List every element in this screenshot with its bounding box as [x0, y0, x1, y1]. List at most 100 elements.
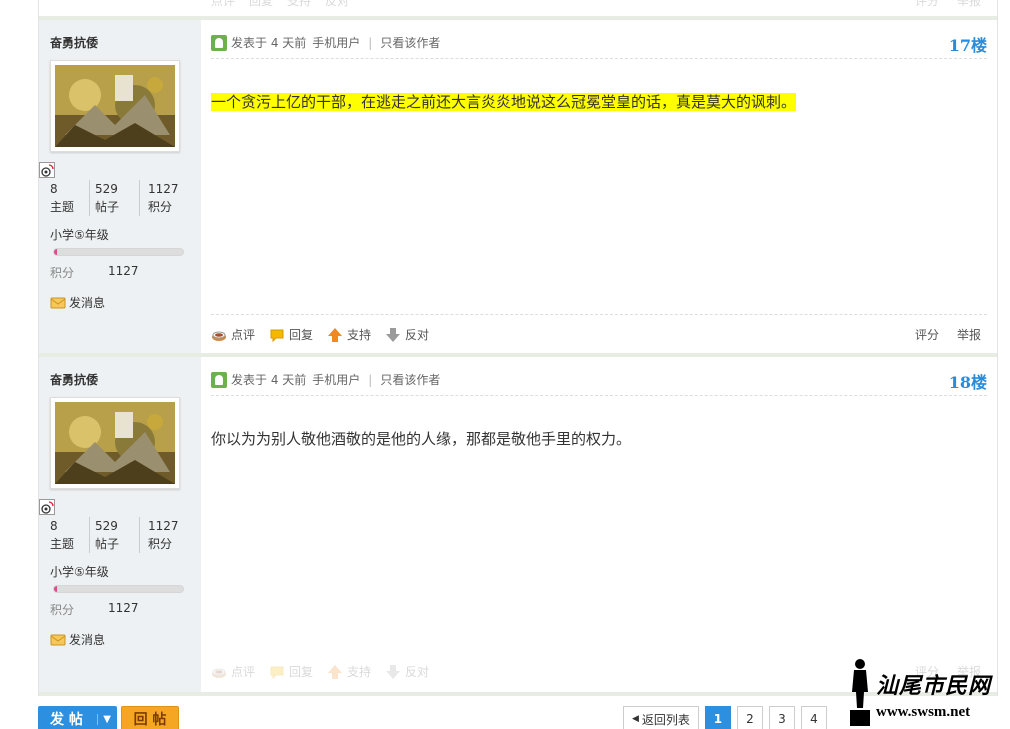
meta-divider: | [368, 35, 373, 50]
prev-reply-action[interactable]: 回复 [249, 0, 273, 9]
meta-divider-line [211, 395, 987, 396]
footer-buttons: 发 帖 ▼ 回 帖 [38, 706, 179, 729]
watermark-url: www.swsm.net [876, 704, 971, 720]
post-body: 一个贪污上亿的干部，在逃走之前还大言炎炎地说这么冠冕堂皇的话，真是莫大的讽刺。 [211, 90, 797, 114]
support-action[interactable]: 支持 [327, 663, 371, 680]
floor-number[interactable]: 17楼 [949, 32, 987, 56]
arrow-down-icon [386, 664, 401, 679]
reply-thread-button[interactable]: 回 帖 [121, 706, 179, 729]
post-17: 奋勇抗倭 8 主题 529 帖子 1127 积分 小学⑤年级 积分 1127 发… [39, 20, 997, 353]
teacup-icon [212, 331, 226, 341]
author-name[interactable]: 奋勇抗倭 [50, 371, 98, 388]
stat-label: 帖子 [95, 200, 120, 214]
comment-action[interactable]: 点评 [211, 326, 255, 343]
support-action[interactable]: 支持 [327, 326, 371, 343]
credit-label: 积分 [50, 266, 75, 280]
user-level[interactable]: 小学⑤年级 [50, 226, 109, 243]
credit-row: 积分 1127 [50, 264, 139, 281]
stat-posts[interactable]: 529 帖子 [89, 517, 139, 553]
author-name[interactable]: 奋勇抗倭 [50, 34, 98, 51]
post-body: 你以为为别人敬他酒敬的是他的人缘，那都是敬他手里的权力。 [211, 427, 631, 451]
stat-label: 积分 [148, 200, 173, 214]
stat-label: 主题 [50, 200, 75, 214]
rate-action[interactable]: 评分 [915, 326, 939, 343]
send-message-link[interactable]: 发消息 [50, 631, 105, 648]
post-content: 发表于 4 天前 手机用户 | 只看该作者 18楼 你以为为别人敬他酒敬的是他的… [201, 357, 997, 693]
comment-action[interactable]: 点评 [211, 663, 255, 680]
stat-value: 8 [50, 519, 58, 533]
level-progress-fill [54, 249, 57, 255]
stat-label: 主题 [50, 537, 75, 551]
post-time: 发表于 4 天前 [231, 373, 307, 387]
author-column: 奋勇抗倭 8 主题 529 帖子 1127 积分 小学⑤年级 积分 1127 发… [39, 357, 201, 693]
teacup-icon [212, 668, 226, 678]
stat-posts[interactable]: 529 帖子 [89, 180, 139, 216]
avatar-image [55, 65, 175, 147]
only-author-link[interactable]: 只看该作者 [380, 371, 440, 388]
floor-number[interactable]: 18楼 [949, 369, 987, 393]
credit-row: 积分 1127 [50, 601, 139, 618]
weibo-icon[interactable] [39, 499, 55, 518]
post-device: 手机用户 [312, 36, 361, 50]
prev-rate-action[interactable]: 评分 [915, 0, 939, 9]
reply-action[interactable]: 回复 [269, 326, 313, 343]
chevron-down-icon[interactable]: ▼ [97, 713, 111, 725]
stat-value: 1127 [148, 519, 179, 533]
back-to-list-label: 返回列表 [641, 712, 690, 727]
user-level[interactable]: 小学⑤年级 [50, 563, 109, 580]
credit-label: 积分 [50, 603, 75, 617]
post-actions: 点评 回复 支持 反对 [211, 663, 429, 680]
level-progress-bar [53, 585, 184, 593]
back-to-list-link[interactable]: ◀ 返回列表 [623, 706, 699, 729]
level-progress-bar [53, 248, 184, 256]
stat-value: 529 [95, 182, 118, 196]
only-author-link[interactable]: 只看该作者 [380, 34, 440, 51]
prev-oppose-action[interactable]: 反对 [325, 0, 349, 9]
send-message-label: 发消息 [69, 296, 106, 310]
stat-credits[interactable]: 1127 积分 [139, 517, 189, 553]
new-thread-button[interactable]: 发 帖 ▼ [38, 706, 117, 729]
stat-credits[interactable]: 1127 积分 [139, 180, 189, 216]
level-progress-fill [54, 586, 57, 592]
post-body-text: 一个贪污上亿的干部，在逃走之前还大言炎炎地说这么冠冕堂皇的话，真是莫大的讽刺。 [211, 93, 797, 111]
author-column: 奋勇抗倭 8 主题 529 帖子 1127 积分 小学⑤年级 积分 1127 发… [39, 20, 201, 353]
stat-label: 积分 [148, 537, 173, 551]
thread-container: 点评 回复 支持 反对 评分 举报 奋勇抗倭 8 主题 529 帖子 1127 … [38, 0, 998, 696]
stat-value: 8 [50, 182, 58, 196]
arrow-down-icon [386, 327, 401, 342]
page-link-1[interactable]: 1 [704, 706, 731, 729]
send-message-label: 发消息 [69, 633, 106, 647]
new-thread-label: 发 帖 [50, 712, 83, 728]
comment-label: 点评 [231, 665, 256, 679]
post-actions-right: 评分 举报 [915, 326, 981, 343]
avatar[interactable] [50, 60, 180, 152]
prev-report-action[interactable]: 举报 [957, 0, 981, 9]
previous-post-actions: 点评 回复 支持 反对 评分 举报 [39, 0, 997, 16]
oppose-action[interactable]: 反对 [385, 663, 429, 680]
oppose-label: 反对 [405, 328, 430, 342]
prev-comment-action[interactable]: 点评 [211, 0, 235, 9]
reply-action[interactable]: 回复 [269, 663, 313, 680]
prev-support-action[interactable]: 支持 [287, 0, 311, 9]
meta-divider: | [368, 372, 373, 387]
post-content: 发表于 4 天前 手机用户 | 只看该作者 17楼 一个贪污上亿的干部，在逃走之… [201, 20, 997, 353]
avatar[interactable] [50, 397, 180, 489]
send-message-link[interactable]: 发消息 [50, 294, 105, 311]
comment-label: 点评 [231, 328, 256, 342]
page-link-4[interactable]: 4 [800, 706, 827, 729]
post-actions: 点评 回复 支持 反对 [211, 326, 429, 343]
post-meta: 发表于 4 天前 手机用户 | 只看该作者 [211, 371, 440, 388]
stat-threads[interactable]: 8 主题 [39, 517, 89, 553]
stat-threads[interactable]: 8 主题 [39, 180, 89, 216]
weibo-icon[interactable] [39, 162, 55, 181]
page-link-2[interactable]: 2 [736, 706, 763, 729]
arrow-up-icon [328, 327, 343, 342]
online-user-icon [211, 34, 227, 51]
support-label: 支持 [347, 328, 372, 342]
credit-value: 1127 [108, 264, 139, 278]
reply-label: 回复 [289, 665, 314, 679]
report-action[interactable]: 举报 [957, 326, 981, 343]
actions-divider [211, 314, 987, 315]
page-link-3[interactable]: 3 [768, 706, 795, 729]
oppose-action[interactable]: 反对 [385, 326, 429, 343]
